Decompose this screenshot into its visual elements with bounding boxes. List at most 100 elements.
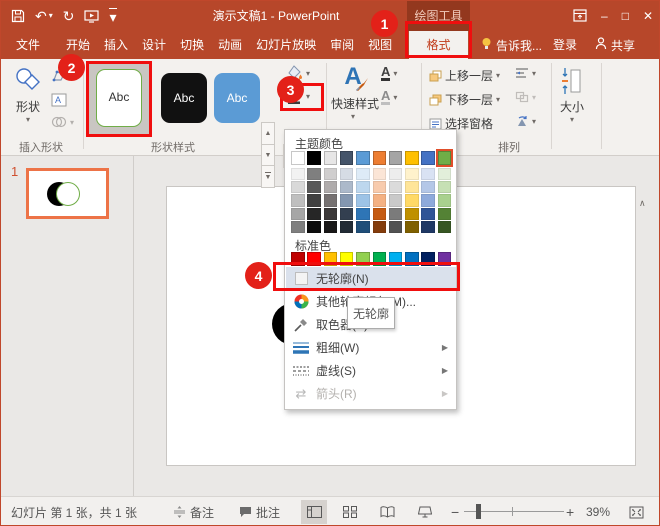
theme-color-swatch[interactable] xyxy=(324,151,338,165)
theme-color-swatch[interactable] xyxy=(307,151,321,165)
gallery-scrollbar[interactable]: ▲ ▼ ▼ xyxy=(261,122,275,188)
theme-variant-swatch[interactable] xyxy=(324,194,338,206)
theme-color-swatch[interactable] xyxy=(421,151,435,165)
shapes-button[interactable]: 形状 ▾ xyxy=(11,67,45,124)
gallery-down-icon[interactable]: ▼ xyxy=(262,145,274,167)
theme-color-swatch[interactable] xyxy=(373,151,387,165)
theme-variant-swatch[interactable] xyxy=(389,221,403,233)
tab-7[interactable]: 审阅 xyxy=(323,31,361,59)
reading-view-button[interactable] xyxy=(374,500,400,524)
theme-color-swatch[interactable] xyxy=(291,151,305,165)
comments-button[interactable]: 批注 xyxy=(239,497,280,526)
zoom-in-button[interactable]: + xyxy=(566,497,574,526)
theme-color-swatch[interactable] xyxy=(405,151,419,165)
theme-variant-swatch[interactable] xyxy=(340,221,354,233)
menu-item-weight[interactable]: 粗细(W) ▶ xyxy=(286,336,456,359)
rotate-button[interactable]: ▾ xyxy=(515,115,536,127)
theme-variant-swatch[interactable] xyxy=(421,221,435,233)
theme-variant-swatch[interactable] xyxy=(356,221,370,233)
merge-shapes-button[interactable]: ▾ xyxy=(51,115,74,129)
save-icon[interactable] xyxy=(11,9,25,23)
zoom-level[interactable]: 39% xyxy=(586,497,610,526)
theme-color-swatch[interactable] xyxy=(438,151,452,165)
theme-variant-swatch[interactable] xyxy=(340,208,354,220)
theme-variant-swatch[interactable] xyxy=(340,181,354,193)
theme-variant-swatch[interactable] xyxy=(340,194,354,206)
theme-variant-swatch[interactable] xyxy=(438,168,452,180)
tab-4[interactable]: 切换 xyxy=(173,31,211,59)
theme-color-swatch[interactable] xyxy=(340,151,354,165)
theme-variant-swatch[interactable] xyxy=(324,168,338,180)
theme-variant-swatch[interactable] xyxy=(356,194,370,206)
fit-to-window-button[interactable] xyxy=(623,500,649,524)
maximize-button[interactable]: □ xyxy=(622,10,629,22)
shape-style-chip-2[interactable]: Abc xyxy=(161,73,207,123)
shape-style-chip-3[interactable]: Abc xyxy=(214,73,260,123)
theme-variant-swatch[interactable] xyxy=(438,208,452,220)
tab-2[interactable]: 插入 xyxy=(97,31,135,59)
theme-variant-swatch[interactable] xyxy=(389,194,403,206)
send-backward-button[interactable]: 下移一层 ▾ xyxy=(429,91,500,108)
theme-variant-swatch[interactable] xyxy=(389,208,403,220)
theme-variant-swatch[interactable] xyxy=(291,208,305,220)
theme-variant-swatch[interactable] xyxy=(373,194,387,206)
text-box-button[interactable]: A xyxy=(51,93,67,107)
tab-0[interactable]: 文件 xyxy=(9,31,47,59)
align-button[interactable]: ▾ xyxy=(515,67,536,79)
theme-variant-swatch[interactable] xyxy=(373,181,387,193)
sign-in-button[interactable]: 登录 xyxy=(553,31,577,59)
menu-item-dashes[interactable]: 虚线(S) ▶ xyxy=(286,359,456,382)
tab-6[interactable]: 幻灯片放映 xyxy=(249,31,323,59)
theme-variant-swatch[interactable] xyxy=(324,181,338,193)
undo-button[interactable]: ↶▾ xyxy=(35,9,53,23)
start-slideshow-icon[interactable] xyxy=(84,10,99,23)
zoom-slider-handle[interactable] xyxy=(476,504,481,519)
theme-variant-swatch[interactable] xyxy=(307,168,321,180)
zoom-out-button[interactable]: − xyxy=(451,497,459,526)
theme-variant-swatch[interactable] xyxy=(421,194,435,206)
close-button[interactable]: ✕ xyxy=(643,10,653,22)
theme-variant-swatch[interactable] xyxy=(307,221,321,233)
minimize-button[interactable]: – xyxy=(601,10,608,22)
customize-qat-icon[interactable]: ▾ xyxy=(109,8,116,24)
theme-variant-swatch[interactable] xyxy=(438,181,452,193)
theme-variant-swatch[interactable] xyxy=(356,168,370,180)
theme-variant-swatch[interactable] xyxy=(405,181,419,193)
text-outline-button[interactable]: A ▾ xyxy=(381,89,397,105)
theme-variant-swatch[interactable] xyxy=(340,168,354,180)
collapse-ribbon-icon[interactable]: ∧ xyxy=(639,198,646,209)
theme-color-swatch[interactable] xyxy=(389,151,403,165)
theme-variant-swatch[interactable] xyxy=(421,208,435,220)
ribbon-display-options-icon[interactable] xyxy=(573,9,587,24)
theme-variant-swatch[interactable] xyxy=(307,181,321,193)
theme-variant-swatch[interactable] xyxy=(405,221,419,233)
theme-variant-swatch[interactable] xyxy=(373,208,387,220)
theme-variant-swatch[interactable] xyxy=(324,208,338,220)
theme-color-swatch[interactable] xyxy=(356,151,370,165)
tab-3[interactable]: 设计 xyxy=(135,31,173,59)
tab-5[interactable]: 动画 xyxy=(211,31,249,59)
slide-thumbnail[interactable] xyxy=(26,168,109,219)
redo-button[interactable]: ↻ xyxy=(63,9,75,23)
slide-sorter-view-button[interactable] xyxy=(337,500,363,524)
theme-variant-swatch[interactable] xyxy=(421,168,435,180)
notes-button[interactable]: 备注 xyxy=(173,497,214,526)
theme-variant-swatch[interactable] xyxy=(389,168,403,180)
theme-variant-swatch[interactable] xyxy=(405,194,419,206)
theme-variant-swatch[interactable] xyxy=(291,194,305,206)
theme-variant-swatch[interactable] xyxy=(389,181,403,193)
group-button[interactable]: ▾ xyxy=(515,91,536,103)
undo-dropdown-icon[interactable]: ▾ xyxy=(49,12,53,20)
share-button[interactable]: 共享 xyxy=(595,31,635,59)
normal-view-button[interactable] xyxy=(301,500,327,524)
theme-variant-swatch[interactable] xyxy=(373,221,387,233)
theme-variant-swatch[interactable] xyxy=(291,168,305,180)
gallery-up-icon[interactable]: ▲ xyxy=(262,123,274,145)
theme-variant-swatch[interactable] xyxy=(405,208,419,220)
theme-variant-swatch[interactable] xyxy=(356,181,370,193)
theme-variant-swatch[interactable] xyxy=(356,208,370,220)
theme-variant-swatch[interactable] xyxy=(421,181,435,193)
theme-variant-swatch[interactable] xyxy=(438,194,452,206)
size-button[interactable]: 大小 ▾ xyxy=(557,67,587,124)
theme-variant-swatch[interactable] xyxy=(405,168,419,180)
